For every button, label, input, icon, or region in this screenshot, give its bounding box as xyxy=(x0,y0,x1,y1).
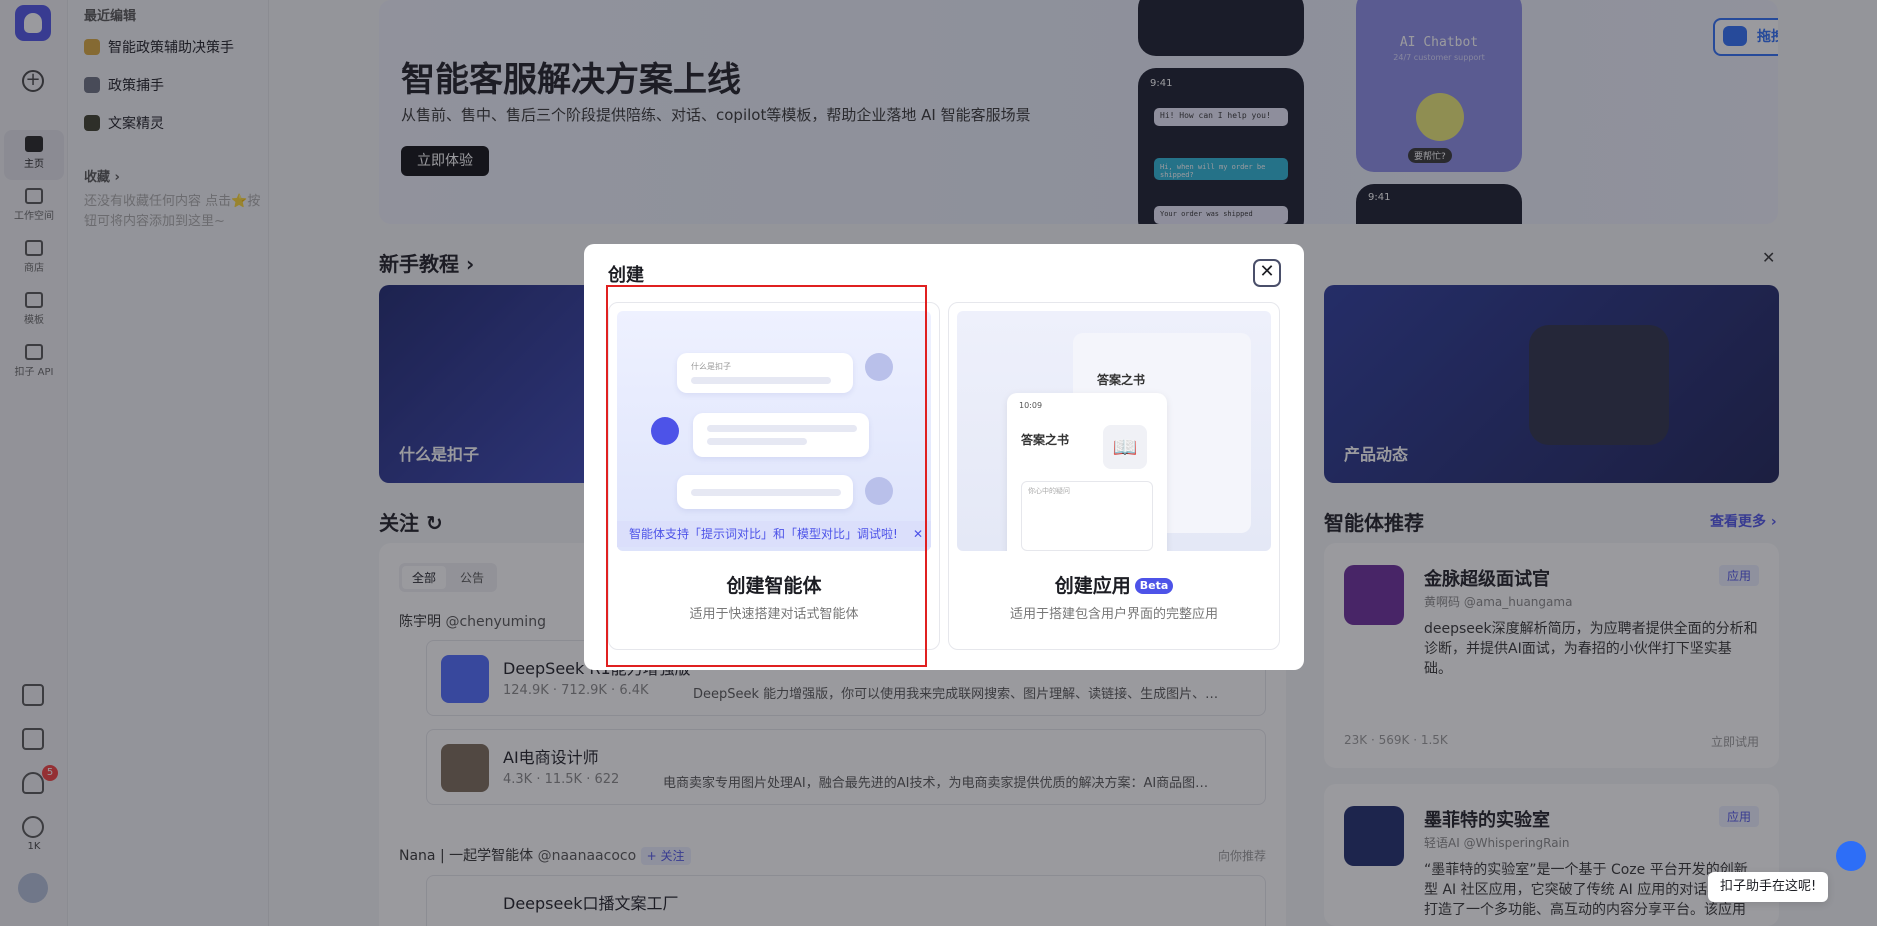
create-dialog: 创建 ✕ 什么是扣子 智能体支持「提示词对比」和「模型对比」调试啦! ✕ 创建智能… xyxy=(584,244,1304,670)
assistant-help-bubble[interactable]: 扣子助手在这呢! xyxy=(1708,872,1829,902)
dialog-title: 创建 xyxy=(608,265,644,286)
agent-illustration: 什么是扣子 xyxy=(617,311,931,551)
user-avatar-icon xyxy=(865,477,893,505)
create-app-title: 创建应用 Beta xyxy=(949,571,1279,598)
create-agent-option[interactable]: 什么是扣子 智能体支持「提示词对比」和「模型对比」调试啦! ✕ 创建智能体 适用于… xyxy=(608,302,940,650)
app-illustration: 答案之书 10:09 答案之书 📖 你心中的疑问 xyxy=(957,311,1271,551)
bot-avatar-icon xyxy=(651,417,679,445)
close-tip-icon[interactable]: ✕ xyxy=(913,521,923,547)
assistant-chat-icon[interactable] xyxy=(1836,841,1866,871)
create-app-option[interactable]: 答案之书 10:09 答案之书 📖 你心中的疑问 创建应用 Beta 适用于搭建包… xyxy=(948,302,1280,650)
feature-tip: 智能体支持「提示词对比」和「模型对比」调试啦! ✕ xyxy=(617,521,931,547)
close-icon: ✕ xyxy=(1259,261,1275,282)
user-avatar-icon xyxy=(865,353,893,381)
book-icon: 📖 xyxy=(1103,425,1147,469)
beta-badge: Beta xyxy=(1134,578,1174,594)
create-app-desc: 适用于搭建包含用户界面的完整应用 xyxy=(1009,607,1218,622)
close-button[interactable]: ✕ xyxy=(1253,259,1281,287)
create-agent-title: 创建智能体 xyxy=(726,575,822,597)
create-agent-desc: 适用于快速搭建对话式智能体 xyxy=(689,607,859,622)
